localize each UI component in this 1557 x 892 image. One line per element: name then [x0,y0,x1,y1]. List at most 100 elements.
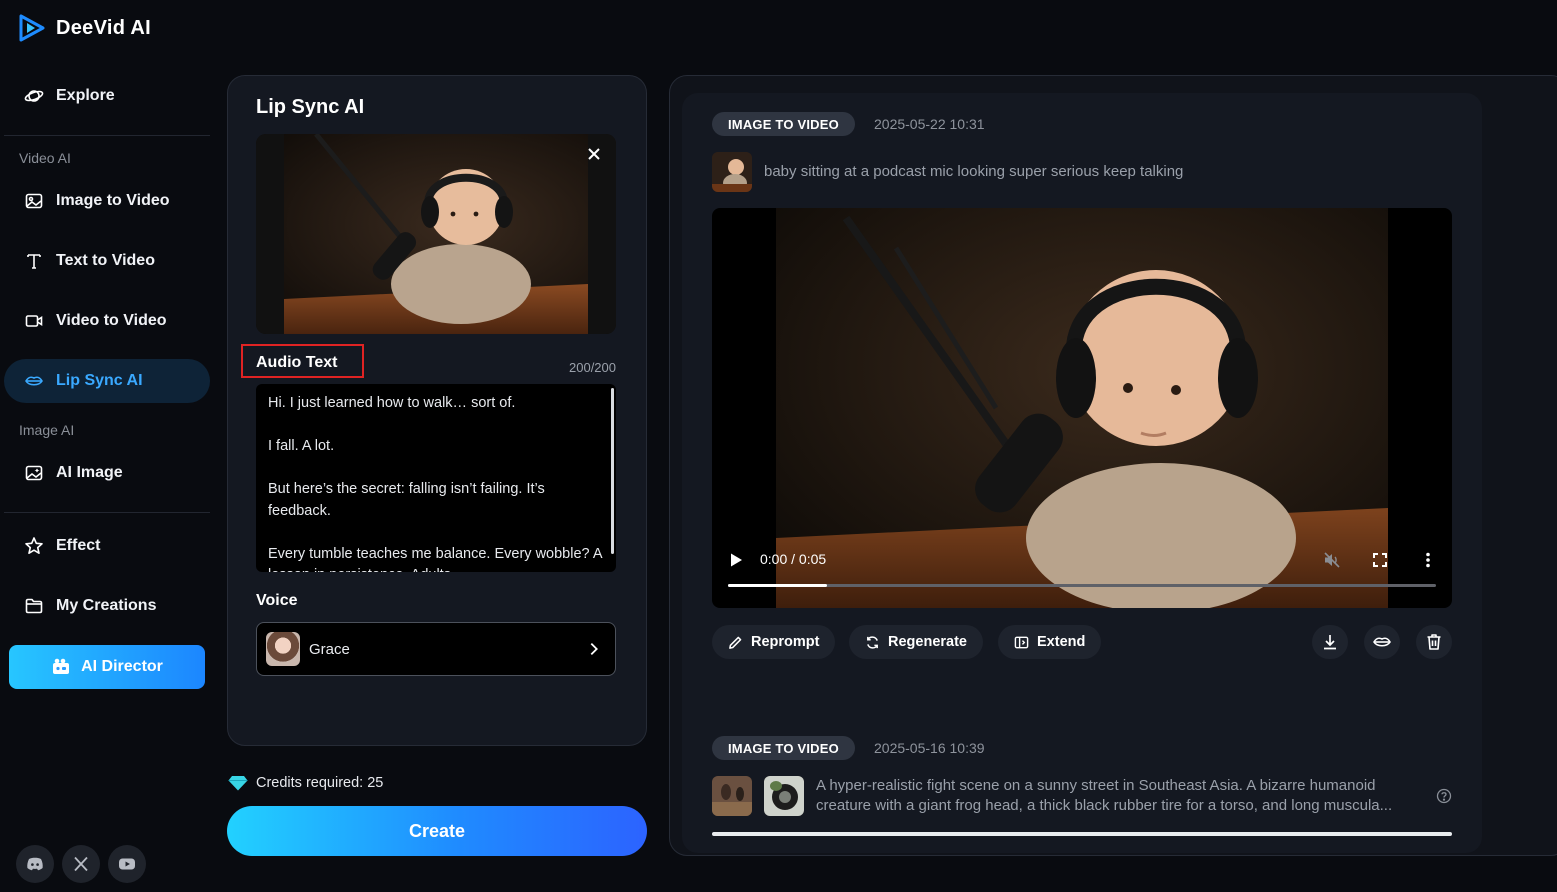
divider [4,512,210,513]
download-button[interactable] [1312,625,1348,659]
lips-icon [1373,637,1391,647]
section-image-ai: Image AI [19,422,75,438]
audio-text-line: Every tumble teaches me balance. Every w… [268,545,602,573]
voice-select[interactable]: Grace [256,622,616,676]
sidebar: DeeVid AI Explore Video AI Image to Vide… [0,0,218,892]
nav-lip-sync-ai[interactable]: Lip Sync AI [4,359,210,403]
discord-button[interactable] [16,845,54,883]
video-camera-icon [25,315,43,327]
app-name: DeeVid AI [56,16,151,39]
nav-text-to-video[interactable]: Text to Video [4,239,210,283]
nav-image-to-video-label: Image to Video [56,192,170,209]
extend-button[interactable]: Extend [998,625,1102,659]
lips-icon [25,376,43,386]
prompt-line: creature with a giant frog head, a thick… [816,797,1393,814]
nav-ai-image-label: AI Image [56,464,123,481]
reprompt-button[interactable]: Reprompt [712,625,836,659]
ai-image-icon [25,465,43,481]
close-icon[interactable] [584,144,604,164]
prompt-line: A hyper-realistic fight scene on a sunny… [816,777,1376,794]
nav-ai-image[interactable]: AI Image [4,451,210,495]
lip-sync-button[interactable] [1364,625,1400,659]
divider [4,135,210,136]
creation-date: 2025-05-16 10:39 [874,740,985,756]
regenerate-label: Regenerate [888,634,967,650]
nav-video-to-video-label: Video to Video [56,312,167,329]
prompt-thumbnail-image [712,152,752,192]
fight-scene-thumbnail [712,776,752,816]
ai-director-label: AI Director [81,658,163,675]
video-progress-track[interactable] [728,584,1436,587]
youtube-button[interactable] [108,845,146,883]
creation-type-badge: IMAGE TO VIDEO [712,736,855,760]
x-button[interactable] [62,845,100,883]
creation-type-badge: IMAGE TO VIDEO [712,112,855,136]
nav-lip-sync-ai-label: Lip Sync AI [56,372,143,389]
panel-title: Lip Sync AI [256,96,365,118]
nav-text-to-video-label: Text to Video [56,252,155,269]
diamond-icon [228,776,248,791]
character-counter: 200/200 [569,360,616,375]
folder-icon [25,598,43,614]
audio-text-input[interactable]: Hi. I just learned how to walk… sort of.… [256,384,616,572]
audio-text-line: Hi. I just learned how to walk… sort of. [268,395,516,411]
fullscreen-icon[interactable] [1370,550,1390,570]
trash-icon [1427,634,1441,650]
play-icon[interactable] [728,552,744,568]
nav-image-to-video[interactable]: Image to Video [4,179,210,223]
creation-date: 2025-05-22 10:31 [874,116,985,132]
voice-avatar [266,632,300,666]
audio-text-line: But here’s the secret: falling isn’t fai… [268,481,545,519]
next-video-preview-edge [712,832,1452,836]
audio-text-label: Audio Text [256,354,338,371]
nav-my-creations[interactable]: My Creations [4,584,210,628]
refresh-icon [867,635,878,649]
generated-video-frame [776,208,1388,608]
delete-button[interactable] [1416,625,1452,659]
baby-podcast-image [256,134,616,334]
image-icon [25,193,43,209]
planet-icon [24,90,44,102]
create-button[interactable]: Create [227,806,647,856]
nav-explore[interactable]: Explore [4,74,210,118]
voice-name: Grace [309,640,350,658]
video-progress-fill [728,584,828,587]
discord-icon [27,857,43,871]
prompt-text: A hyper-realistic fight scene on a sunny… [816,776,1392,816]
download-icon [1324,635,1336,650]
credits-text: Credits required: 25 [256,775,384,791]
deevid-logo-icon [19,14,45,42]
voice-label: Voice [256,592,298,609]
help-icon[interactable] [1436,788,1452,804]
nav-my-creations-label: My Creations [56,597,157,614]
reprompt-label: Reprompt [751,634,820,650]
nav-video-to-video[interactable]: Video to Video [4,299,210,343]
video-time: 0:00 / 0:05 [760,551,827,567]
regenerate-button[interactable]: Regenerate [849,625,983,659]
audio-text-line: I fall. A lot. [268,438,335,454]
prompt-text: baby sitting at a podcast mic looking su… [764,163,1184,180]
text-icon [27,254,41,269]
textarea-scrollbar[interactable] [611,388,614,554]
video-player[interactable]: 0:00 / 0:05 [712,208,1452,608]
pencil-icon [729,636,742,649]
director-icon [53,658,70,674]
lip-sync-panel: Lip Sync AI Audio Text 200/200 Hi. I jus… [227,75,647,746]
prompt-thumbnail[interactable] [712,776,752,816]
nav-explore-label: Explore [56,87,115,104]
logo[interactable]: DeeVid AI [18,14,151,42]
x-icon [74,856,88,872]
ai-director-button[interactable]: AI Director [9,645,205,689]
prompt-thumbnail[interactable] [764,776,804,816]
youtube-icon [119,858,135,870]
frog-creature-thumbnail [764,776,804,816]
nav-effect[interactable]: Effect [4,524,210,568]
extend-icon [1014,636,1029,648]
prompt-thumbnail[interactable] [712,152,752,192]
extend-label: Extend [1037,634,1086,650]
credits-required: Credits required: 25 [228,775,383,791]
muted-icon[interactable] [1322,550,1342,570]
star-icon [25,537,43,554]
section-video-ai: Video AI [19,150,71,166]
more-vertical-icon[interactable] [1418,550,1438,570]
